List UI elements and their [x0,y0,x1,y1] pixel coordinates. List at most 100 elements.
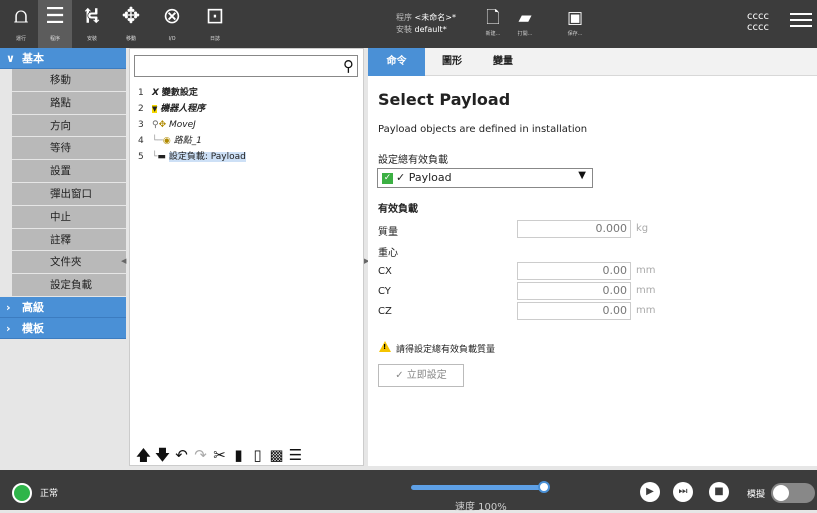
new-file-icon: 🗋 [486,8,500,28]
delete-icon[interactable]: ▩ [267,445,286,465]
program-tab[interactable]: ☰ 程序 [38,0,72,48]
cz-unit: mm [636,305,656,316]
category-advanced[interactable]: › 高級 [0,296,126,318]
search-input[interactable]: ⚲ [134,55,358,77]
tree-row-selected[interactable]: 5 └▬ 設定負載: Payload [138,151,246,163]
chevron-down-icon: ▼ [578,170,586,181]
save-button[interactable]: ▣ 保存... [560,6,590,37]
sidebar-item-comment[interactable]: 註釋 [12,228,126,252]
program-info: 程序 <未命名>* 安裝 default* [396,13,456,34]
cz-label: CZ [378,306,392,317]
undo-icon[interactable]: ↶ [172,445,191,465]
waypoint-icon: ◉ [162,136,171,146]
io-tab[interactable]: ⊗ I/O [155,0,189,48]
move-icon: ✥ [121,4,141,29]
movej-icon: ✥ [158,120,167,130]
sidebar-item-halt[interactable]: 中止 [12,205,126,229]
sidebar-item-direction[interactable]: 方向 [12,114,126,138]
step-icon[interactable]: ⏭ [673,482,693,502]
bottom-bar: 正常 速度 100% ▶ ⏭ ■ 模擬 [0,470,817,513]
redo-icon[interactable]: ↷ [191,445,210,465]
simulation-label: 模擬 [747,490,766,500]
warning-text: 請得設定總有效負載質量 [396,345,496,355]
sidebar-item-move[interactable]: 移動 [12,69,126,92]
program-node-icon: ▼ [152,105,158,113]
cx-field[interactable]: 0.00 [517,262,631,280]
program-name: <未命名>* [414,13,456,22]
ur-logo-icon: ⩍ [13,4,29,29]
payload-dropdown[interactable]: ✓ ✓ Payload ▼ [377,168,593,188]
tree-row[interactable]: 3 ⚲✥ MoveJ [138,119,196,131]
search-icon[interactable]: ⚲ [343,56,354,76]
description: Payload objects are defined in installat… [378,124,588,135]
program-tree: ⚲ 1X 變數設定 2 ▼ 機器人程序 3 ⚲✥ MoveJ 4 └─◉ 路點_1 5… [129,48,364,466]
cx-unit: mm [636,265,656,276]
play-icon[interactable]: ▶ [640,482,660,502]
tab-command[interactable]: 命令 [368,48,425,76]
sidebar-item-popup[interactable]: 彈出窗口 [12,182,126,206]
payload-section-title: 有效負載 [378,204,418,215]
robot-status: 正常 [40,489,59,499]
category-basic[interactable]: ∨ 基本 [0,48,126,69]
mass-unit: kg [636,223,649,234]
check-icon: ✓ [382,173,393,184]
speed-slider-handle[interactable] [538,481,550,493]
category-templates[interactable]: › 模板 [0,317,126,339]
tree-toolbar: 🡅 🡇 ↶ ↷ ✂ ▮ ▯ ▩ ☰ [134,445,362,465]
cy-field[interactable]: 0.00 [517,282,631,300]
speed-slider[interactable] [411,485,544,490]
stop-icon[interactable]: ■ [709,482,729,502]
move-tab[interactable]: ✥ 移動 [114,0,148,48]
cy-label: CY [378,286,391,297]
new-button[interactable]: 🗋 新建... [478,6,508,37]
set-payload-icon: ▬ [157,152,166,162]
tab-graphics[interactable]: 圖形 [432,48,472,76]
page-title: Select Payload [378,90,511,109]
program-icon: ☰ [45,4,65,29]
sidebar-item-set-payload[interactable]: 設定負載 [12,274,126,297]
log-tab[interactable]: ⊡ 日誌 [198,0,232,48]
tree-row[interactable]: 1X 變數設定 [138,87,198,99]
tree-row[interactable]: 4 └─◉ 路點_1 [138,135,202,147]
save-icon: ▣ [566,8,584,28]
sidebar-item-wait[interactable]: 等待 [12,137,126,161]
move-up-icon[interactable]: 🡅 [134,445,153,465]
sidebar-item-waypoint[interactable]: 路點 [12,91,126,115]
move-down-icon[interactable]: 🡇 [153,445,172,465]
collapse-left-icon[interactable]: ◀ [121,256,127,266]
top-bar: ⩍ 運行 ☰ 程序 ⛕ 安裝 ✥ 移動 ⊗ I/O ⊡ 日誌 程序 <未命名>*… [0,0,817,48]
installation-name: default* [414,25,447,34]
log-icon: ⊡ [205,4,225,29]
install-icon: ⛕ [83,4,101,29]
cog-label: 重心 [378,248,398,259]
sidebar-item-set[interactable]: 設置 [12,160,126,183]
warning-icon: ! [379,341,391,352]
cut-icon[interactable]: ✂ [210,445,229,465]
run-tab[interactable]: ⩍ 運行 [4,0,38,48]
chevron-down-icon: ∨ [6,52,15,65]
mass-label: 質量 [378,227,398,238]
chevron-right-icon: › [6,321,11,335]
cx-label: CX [378,266,392,277]
hamburger-menu-icon[interactable] [790,10,812,30]
tab-variables[interactable]: 變量 [480,48,526,76]
command-panel: 命令 圖形 變量 Select Payload Payload objects … [368,48,817,466]
sidebar-item-folder[interactable]: 文件夾 [12,251,126,275]
copy-icon[interactable]: ▮ [229,445,248,465]
install-tab[interactable]: ⛕ 安裝 [75,0,109,48]
active-payload-label: 設定總有效負載 [378,155,448,166]
tree-row[interactable]: 2 ▼ 機器人程序 [138,103,205,115]
chevron-right-icon: › [6,300,11,314]
user-label: cccc cccc [747,11,769,33]
set-now-button[interactable]: ✓ 立即設定 [378,364,464,387]
command-sidebar: ∨ 基本 移動 路點 方向 等待 設置 彈出窗口 中止 註釋 文件夾 設定負載 … [0,48,126,466]
power-status-icon[interactable] [12,483,32,503]
panel-tabs: 命令 圖形 變量 [368,48,817,76]
cz-field[interactable]: 0.00 [517,302,631,320]
variable-icon: X [152,88,159,98]
mass-field[interactable]: 0.000 [517,220,631,238]
open-button[interactable]: ▰ 打開... [510,6,540,37]
simulation-toggle[interactable] [771,483,815,503]
paste-icon[interactable]: ▯ [248,445,267,465]
suppress-icon[interactable]: ☰ [286,445,305,465]
